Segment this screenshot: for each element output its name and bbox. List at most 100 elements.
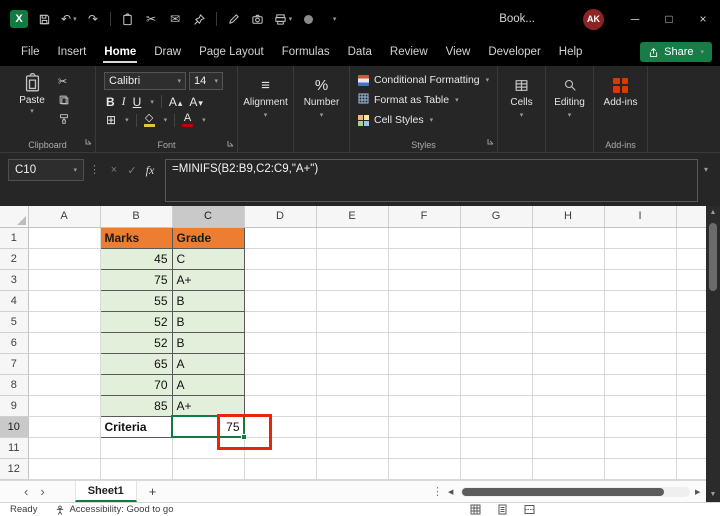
decrease-font-size-button[interactable]: A ▾ <box>189 95 203 109</box>
editing-button[interactable]: Editing ▾ <box>546 66 593 152</box>
formula-bar-splitter[interactable]: ⋮ <box>89 163 100 176</box>
row-header-7[interactable]: 7 <box>0 353 29 375</box>
cell-I11[interactable] <box>604 437 677 459</box>
cell-I3[interactable] <box>604 269 677 291</box>
cell-B10[interactable]: Criteria <box>99 415 173 438</box>
cell-E12[interactable] <box>316 458 389 480</box>
cell-A10[interactable] <box>28 416 101 438</box>
cell-A7[interactable] <box>28 353 101 375</box>
tab-formulas[interactable]: Formulas <box>273 40 339 65</box>
pen-icon[interactable] <box>226 10 241 28</box>
tab-view[interactable]: View <box>437 40 480 65</box>
font-color-button[interactable]: A <box>182 113 194 127</box>
column-header-B[interactable]: B <box>100 206 173 228</box>
cell-H10[interactable] <box>532 416 605 438</box>
insert-function-button[interactable]: fx <box>141 159 159 181</box>
chevron-down-icon[interactable]: ▾ <box>125 116 129 124</box>
cell-E6[interactable] <box>316 332 389 354</box>
cell-C1[interactable]: Grade <box>171 226 245 249</box>
cell-H6[interactable] <box>532 332 605 354</box>
cell-filler[interactable] <box>676 395 706 417</box>
scroll-down-icon[interactable]: ▼ <box>706 491 720 498</box>
cell-G3[interactable] <box>460 269 533 291</box>
cell-B3[interactable]: 75 <box>99 268 173 291</box>
cut-icon[interactable]: ✂ <box>144 10 159 28</box>
cell-H3[interactable] <box>532 269 605 291</box>
cell-G8[interactable] <box>460 374 533 396</box>
maximize-button[interactable]: □ <box>652 0 686 38</box>
cell-C3[interactable]: A+ <box>171 268 245 291</box>
formula-bar-expand-icon[interactable]: ▾ <box>698 165 714 174</box>
cell-B6[interactable]: 52 <box>99 331 173 354</box>
tab-insert[interactable]: Insert <box>49 40 96 65</box>
cell-E11[interactable] <box>316 437 389 459</box>
undo-icon[interactable]: ↶ ▾ <box>61 10 77 28</box>
cancel-button[interactable]: × <box>105 159 123 181</box>
cell-G10[interactable] <box>460 416 533 438</box>
cell-I5[interactable] <box>604 311 677 333</box>
row-header-10[interactable]: 10 <box>0 416 29 438</box>
cell-H1[interactable] <box>532 227 605 249</box>
cell-D9[interactable] <box>244 395 317 417</box>
alignment-button[interactable]: ≡ Alignment ▾ <box>238 66 293 152</box>
cell-H5[interactable] <box>532 311 605 333</box>
cell-E9[interactable] <box>316 395 389 417</box>
cell-styles-button[interactable]: Cell Styles ▾ <box>350 107 497 126</box>
vertical-scrollbar[interactable]: ▲ ▼ <box>706 206 720 502</box>
conditional-formatting-button[interactable]: Conditional Formatting ▾ <box>350 66 497 86</box>
formula-input[interactable]: =MINIFS(B2:B9,C2:C9,"A+") <box>165 159 698 202</box>
cell-A1[interactable] <box>28 227 101 249</box>
cell-E3[interactable] <box>316 269 389 291</box>
cell-I4[interactable] <box>604 290 677 312</box>
minimize-button[interactable]: ─ <box>618 0 652 38</box>
cell-G2[interactable] <box>460 248 533 270</box>
cell-F3[interactable] <box>388 269 461 291</box>
row-header-6[interactable]: 6 <box>0 332 29 354</box>
row-header-2[interactable]: 2 <box>0 248 29 270</box>
cell-C8[interactable]: A <box>171 373 245 396</box>
font-dialog-launcher-icon[interactable] <box>227 138 234 150</box>
cell-A9[interactable] <box>28 395 101 417</box>
mail-icon[interactable]: ✉ <box>168 10 183 28</box>
cell-E5[interactable] <box>316 311 389 333</box>
row-header-3[interactable]: 3 <box>0 269 29 291</box>
camera-icon[interactable] <box>250 10 265 28</box>
row-header-8[interactable]: 8 <box>0 374 29 396</box>
column-header-I[interactable]: I <box>604 206 677 228</box>
close-button[interactable]: × <box>686 0 720 38</box>
cell-I12[interactable] <box>604 458 677 480</box>
horizontal-scrollbar[interactable] <box>460 487 690 497</box>
chevron-down-icon[interactable]: ▾ <box>150 98 154 106</box>
font-size-select[interactable]: 14 ▾ <box>189 72 223 90</box>
cell-I1[interactable] <box>604 227 677 249</box>
cell-F2[interactable] <box>388 248 461 270</box>
scroll-left-icon[interactable]: ◀ <box>448 488 453 496</box>
cell-F4[interactable] <box>388 290 461 312</box>
customize-toolbar-icon[interactable]: ▾ <box>327 10 342 28</box>
fill-color-button[interactable]: ◇ <box>143 113 155 127</box>
cell-C5[interactable]: B <box>171 310 245 333</box>
number-button[interactable]: % Number ▾ <box>294 66 349 152</box>
cell-A4[interactable] <box>28 290 101 312</box>
cell-filler[interactable] <box>676 248 706 270</box>
cell-G12[interactable] <box>460 458 533 480</box>
scroll-right-icon[interactable]: ▶ <box>695 488 700 496</box>
excel-logo-icon[interactable]: X <box>10 10 28 28</box>
tab-file[interactable]: File <box>12 40 49 65</box>
cell-F11[interactable] <box>388 437 461 459</box>
cell-B11[interactable] <box>100 437 173 459</box>
cell-filler[interactable] <box>676 416 706 438</box>
cell-F9[interactable] <box>388 395 461 417</box>
sheet-tab-sheet1[interactable]: Sheet1 <box>74 481 137 502</box>
tab-draw[interactable]: Draw <box>145 40 190 65</box>
cell-D11[interactable] <box>244 437 317 459</box>
cell-filler[interactable] <box>676 290 706 312</box>
cell-A2[interactable] <box>28 248 101 270</box>
row-header-4[interactable]: 4 <box>0 290 29 312</box>
cell-B7[interactable]: 65 <box>99 352 173 375</box>
column-header-C[interactable]: C <box>172 206 245 228</box>
cell-A3[interactable] <box>28 269 101 291</box>
cell-I8[interactable] <box>604 374 677 396</box>
chevron-down-icon[interactable]: ▾ <box>164 116 168 124</box>
cell-B8[interactable]: 70 <box>99 373 173 396</box>
